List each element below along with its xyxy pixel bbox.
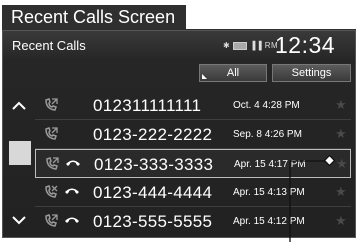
scrollbar-thumb[interactable] (9, 141, 31, 165)
screen-caption: Recent Calls Screen (2, 5, 186, 30)
outgoing-call-icon (45, 214, 58, 227)
tab-all[interactable]: All (199, 64, 267, 82)
outgoing-call-icon (45, 127, 58, 140)
page-title: Recent Calls (12, 38, 86, 53)
call-row-selected[interactable]: 0123-333-3333 Apr. 15 4:17 PM ★ (35, 149, 351, 178)
recent-calls-screen: Recent Calls ✱ ▐▐ RM 12:34 All Settings … (2, 30, 356, 238)
signal-icon: ▐▐ (249, 41, 263, 50)
selection-corner-icon (202, 74, 207, 79)
favorite-star-icon[interactable]: ★ (335, 126, 347, 142)
call-row[interactable]: 0123-555-5555 Apr. 15 4:12 PM ★ (35, 207, 351, 236)
call-number: 0123-555-5555 (93, 212, 213, 231)
call-row[interactable]: 0123-222-2222 Sep. 8 4:26 PM ★ (35, 120, 351, 149)
tab-all-label: All (226, 67, 240, 79)
phone-icon (65, 188, 79, 194)
outgoing-call-icon (45, 98, 58, 111)
favorite-star-icon[interactable]: ★ (335, 213, 347, 229)
battery-icon (232, 41, 247, 50)
favorite-star-icon[interactable]: ★ (336, 156, 348, 172)
missed-call-icon (45, 185, 58, 198)
call-date: Apr. 15 4:12 PM (233, 216, 305, 227)
phone-icon (66, 160, 80, 166)
call-date: Sep. 8 4:26 PM (233, 129, 302, 140)
call-number: 012311111111 (93, 96, 202, 115)
call-number: 0123-222-2222 (93, 125, 213, 144)
header: Recent Calls ✱ ▐▐ RM 12:34 (3, 31, 355, 61)
tab-settings[interactable]: Settings (272, 64, 351, 82)
call-row[interactable]: 012311111111 Oct. 4 4:28 PM ★ (35, 91, 351, 120)
favorite-star-icon[interactable]: ★ (335, 97, 347, 113)
call-date: Apr. 15 4:13 PM (233, 187, 305, 198)
call-row[interactable]: 0123-444-4444 Apr. 15 4:13 PM ★ (35, 178, 351, 207)
call-date: Oct. 4 4:28 PM (233, 100, 300, 111)
phone-icon (65, 217, 79, 223)
clock: 12:34 (275, 32, 336, 58)
status-bar: ✱ ▐▐ RM (223, 41, 278, 50)
bluetooth-icon: ✱ (223, 41, 231, 50)
scroll-up-icon[interactable] (11, 99, 27, 113)
call-number: 0123-333-3333 (94, 155, 214, 174)
favorite-star-icon[interactable]: ★ (335, 184, 347, 200)
scroll-down-icon[interactable] (11, 213, 27, 227)
call-list: 012311111111 Oct. 4 4:28 PM ★ 0123-222-2… (35, 91, 351, 237)
call-number: 0123-444-4444 (93, 183, 213, 202)
call-date: Apr. 15 4:17 PM (234, 159, 306, 170)
tab-settings-label: Settings (291, 67, 332, 79)
outgoing-call-icon (46, 157, 59, 170)
